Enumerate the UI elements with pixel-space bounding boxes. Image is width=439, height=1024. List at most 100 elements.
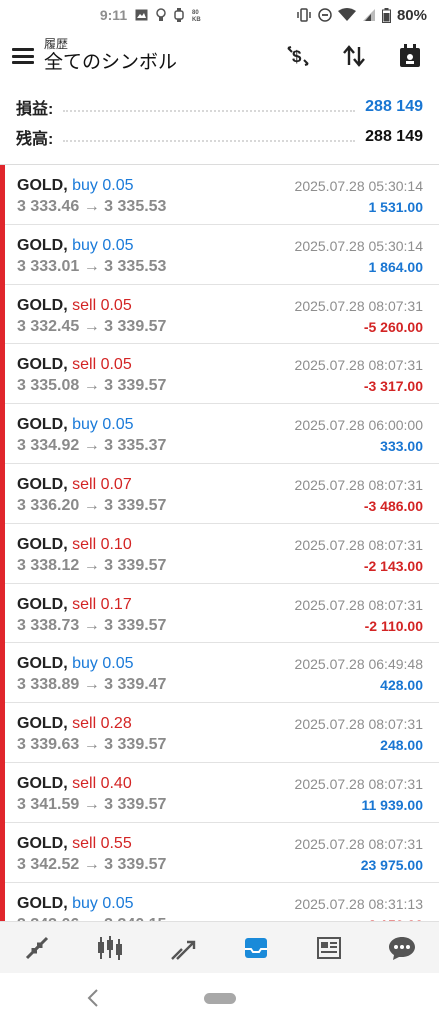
status-bar: 9:11 80 KB 80% [0,0,439,30]
deal-prices: 3 332.45 → 3 339.57 [17,317,167,335]
deal-time: 2025.07.28 08:07:31 [294,835,423,852]
deal-row[interactable]: GOLD, sell 0.55 2025.07.28 08:07:31 3 342.… [0,822,439,883]
trade-icon[interactable] [163,928,203,968]
chat-icon[interactable] [382,928,422,968]
deal-prices: 3 338.12 → 3 339.57 [17,556,167,574]
deal-prices: 3 339.63 → 3 339.57 [17,736,167,754]
deal-symbol: GOLD, [17,655,68,673]
loss-marker [0,643,5,704]
wifi-icon [337,8,356,21]
deal-profit: -3 317.00 [363,378,423,395]
deal-volume: buy 0.05 [72,236,134,254]
deal-volume: sell 0.10 [72,535,132,553]
deal-volume: sell 0.07 [72,475,132,493]
calendar-period-icon[interactable] [397,43,423,69]
loss-marker [0,583,5,644]
battery-icon [381,7,391,23]
status-time: 9:11 [99,7,128,23]
header-actions: $ [285,43,429,69]
deal-volume: buy 0.05 [72,177,134,194]
deal-prices: 3 338.89 → 3 339.47 [17,676,167,694]
deal-volume: sell 0.05 [72,356,132,374]
deal-row[interactable]: GOLD, sell 0.05 2025.07.28 08:07:31 3 332.… [0,284,439,345]
deal-volume: sell 0.17 [72,595,132,613]
vibrate-icon [297,8,311,22]
profit-row: 損益: 288 149 [16,92,423,122]
deal-time: 2025.07.28 08:07:31 [294,775,423,792]
deal-profit: 23 975.00 [360,856,423,873]
deal-profit: -3 486.00 [363,497,423,514]
deal-row[interactable]: GOLD, sell 0.28 2025.07.28 08:07:31 3 339.… [0,703,439,763]
deal-row[interactable]: GOLD, sell 0.17 2025.07.28 08:07:31 3 338.… [0,583,439,644]
deal-symbol: GOLD, [17,894,68,912]
deal-prices: 3 335.08 → 3 339.57 [17,377,167,395]
loss-marker [0,165,5,225]
menu-icon[interactable] [12,48,34,64]
watch-icon [174,8,184,22]
summary-panel: 損益: 288 149 残高: 288 149 [0,82,439,158]
loss-marker [0,882,5,921]
notification-icons: 80 KB [135,8,208,22]
signal-icon [362,9,375,21]
sort-icon[interactable] [341,43,367,69]
dotted-leader [63,132,356,142]
history-icon[interactable] [236,928,276,968]
deal-time: 2025.07.28 08:31:13 [294,895,423,912]
balance-row: 残高: 288 149 [16,122,423,152]
quotes-icon[interactable] [17,928,57,968]
svg-text:$: $ [292,47,302,66]
deal-symbol: GOLD, [17,715,68,733]
dnd-icon [318,8,332,22]
deal-profit: 248.00 [380,737,423,754]
deal-symbol: GOLD, [17,356,68,374]
back-icon[interactable] [84,987,104,1009]
loss-marker [0,344,5,405]
deal-time: 2025.07.28 06:00:00 [294,417,423,434]
deal-time: 2025.07.28 05:30:14 [294,178,423,194]
chart-icon[interactable] [90,928,130,968]
loss-marker [0,224,5,285]
loss-marker [0,404,5,464]
deal-profit: 11 939.00 [361,796,423,813]
deal-volume: buy 0.05 [72,655,134,673]
deal-symbol: GOLD, [17,834,68,852]
deal-row[interactable]: GOLD, sell 0.05 2025.07.28 08:07:31 3 335.… [0,344,439,405]
deal-volume: sell 0.40 [72,774,132,792]
deal-row[interactable]: GOLD, buy 0.05 2025.07.28 05:30:14 3 333.0… [0,224,439,285]
deposit-withdraw-icon[interactable]: $ [285,43,311,69]
deal-volume: buy 0.05 [72,416,134,434]
header-subtitle: 履歴 [44,37,69,51]
deal-row[interactable]: GOLD, buy 0.05 2025.07.28 05:30:14 3 333.4… [0,165,439,225]
deal-time: 2025.07.28 08:07:31 [294,536,423,553]
balance-label: 残高: [16,131,54,148]
deal-symbol: GOLD, [17,177,68,194]
home-gesture-pill[interactable] [204,993,236,1004]
profit-value: 288 149 [365,98,423,115]
deal-profit: -2 143.00 [363,557,423,574]
deal-symbol: GOLD, [17,535,68,553]
deal-row[interactable]: GOLD, buy 0.052025.07.28 08:31:133 343.0… [0,882,439,921]
deal-row[interactable]: GOLD, sell 0.10 2025.07.28 08:07:31 3 338.… [0,523,439,584]
deal-prices: 3 333.01 → 3 335.53 [17,257,167,275]
deal-row[interactable]: GOLD, buy 0.05 2025.07.28 06:49:48 3 338.8… [0,643,439,704]
header-titles: 履歴 全てのシンボル [44,37,177,75]
deal-volume: sell 0.55 [72,834,132,852]
deal-row[interactable]: GOLD, buy 0.05 2025.07.28 06:00:00 3 334.9… [0,404,439,464]
system-icons: 80% [296,7,427,24]
balance-value: 288 149 [365,128,423,145]
gallery-icon [135,9,148,21]
deal-prices: 3 342.52 → 3 339.57 [17,855,167,873]
bottom-nav [0,921,439,973]
deal-row[interactable]: GOLD, sell 0.40 2025.07.28 08:07:31 3 341.… [0,762,439,823]
deal-list[interactable]: GOLD, buy 0.05 2025.07.28 05:30:14 3 333.4… [0,165,439,921]
deal-prices: 3 338.73 → 3 339.57 [17,616,167,634]
news-icon[interactable] [309,928,349,968]
header-title[interactable]: 全てのシンボル [44,51,177,75]
bulb-icon [156,8,166,21]
deal-symbol: GOLD, [17,296,68,314]
deal-time: 2025.07.28 05:30:14 [294,237,423,254]
deal-time: 2025.07.28 08:07:31 [294,476,423,493]
deal-prices: 3 334.92 → 3 335.37 [17,437,167,455]
deal-row[interactable]: GOLD, sell 0.07 2025.07.28 08:07:31 3 336.… [0,463,439,524]
loss-marker [0,284,5,345]
